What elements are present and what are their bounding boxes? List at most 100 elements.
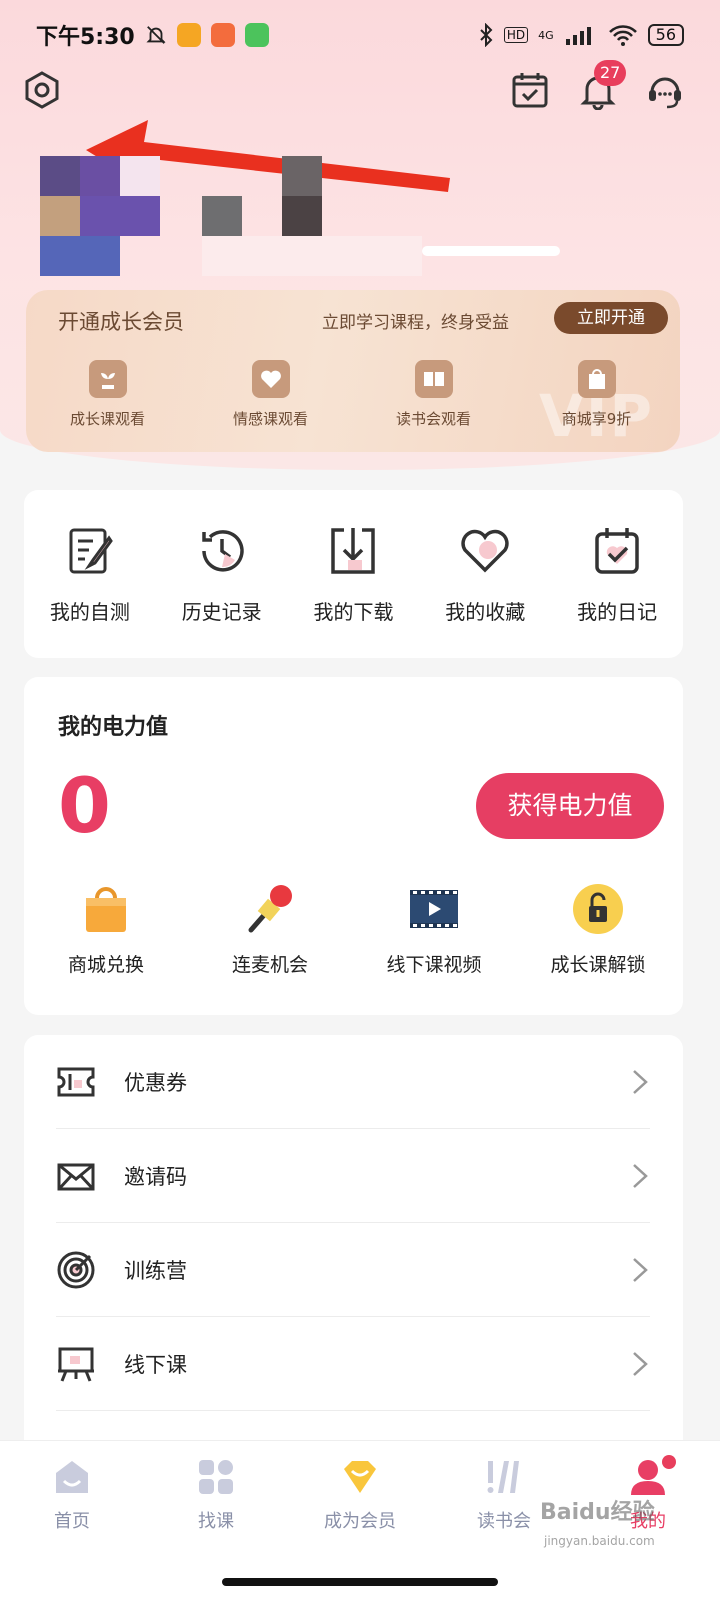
wifi-icon	[608, 25, 637, 46]
watermark-brand: Baidu经验	[540, 1500, 655, 1525]
tab-label: 成为会员	[324, 1511, 396, 1532]
power-item-unlock-course[interactable]: 成长课解锁	[516, 882, 680, 977]
quick-access-card: 我的自测 历史记录 我的下载 我的收藏 我的日记	[24, 490, 683, 658]
vip-open-button[interactable]: 立即开通	[554, 302, 668, 334]
home-icon	[56, 1461, 88, 1493]
power-item-label: 线下课视频	[386, 954, 482, 976]
quick-item-label: 我的日记	[577, 600, 658, 624]
header-toolbar: 27	[0, 60, 720, 192]
envelope-icon	[57, 1163, 95, 1190]
quick-item-download[interactable]: 我的下载	[288, 490, 420, 658]
unlock-icon	[573, 884, 623, 934]
quick-item-label: 我的收藏	[445, 600, 526, 624]
vip-badge-icon	[344, 1461, 376, 1493]
quick-item-label: 历史记录	[181, 600, 262, 624]
home-indicator[interactable]	[222, 1578, 498, 1586]
target-icon	[57, 1251, 95, 1288]
get-power-button[interactable]: 获得电力值	[476, 773, 664, 839]
favorite-icon	[461, 529, 509, 573]
profile-info-obscured[interactable]	[40, 152, 560, 280]
power-item-offline-video[interactable]: 线下课视频	[352, 882, 516, 977]
vip-benefit-growth-course[interactable]: 成长课观看	[26, 360, 189, 429]
chevron-right-icon	[633, 1069, 648, 1094]
quick-item-favorites[interactable]: 我的收藏	[419, 490, 551, 658]
sprout-icon	[88, 360, 127, 398]
name-pixel	[282, 156, 322, 196]
shopping-bag-icon	[86, 887, 126, 932]
easel-icon	[58, 1347, 94, 1382]
power-value-card: 我的电力值 0 获得电力值 商城兑换 连麦机会 线下课视频 成长课解锁	[24, 677, 683, 1015]
menu-item-offline-course[interactable]: 线下课	[56, 1317, 650, 1411]
vip-benefit-mall-discount[interactable]: 商城享9折	[515, 360, 678, 429]
shopping-bag-icon	[577, 360, 616, 398]
vip-benefits: 成长课观看 情感课观看 读书会观看 商城享9折	[26, 360, 680, 429]
tab-home[interactable]: 首页	[0, 1441, 144, 1600]
power-redeem-options: 商城兑换 连麦机会 线下课视频 成长课解锁	[24, 882, 683, 977]
heart-icon	[251, 360, 290, 398]
grid-icon	[199, 1460, 233, 1494]
name-pixel	[202, 196, 242, 236]
chevron-right-icon	[633, 1163, 648, 1188]
power-item-label: 成长课解锁	[550, 954, 646, 976]
hd-label: HD	[503, 27, 529, 43]
menu-item-coupon[interactable]: 优惠券	[56, 1035, 650, 1129]
app-notification-icon	[244, 23, 269, 47]
download-icon	[331, 528, 376, 574]
avatar-pixel	[120, 156, 160, 196]
power-item-mall-exchange[interactable]: 商城兑换	[24, 882, 188, 977]
vip-benefit-reading-club[interactable]: 读书会观看	[352, 360, 515, 429]
diary-icon	[595, 528, 639, 574]
network-label: 4G	[538, 28, 554, 42]
status-time: 下午5:30	[36, 25, 135, 50]
menu-item-label: 邀请码	[124, 1164, 187, 1189]
tab-notification-dot	[662, 1455, 676, 1469]
avatar-pixel	[80, 196, 160, 236]
test-icon	[69, 528, 113, 574]
vip-benefit-label: 情感课观看	[232, 410, 308, 428]
tab-find-course[interactable]: 找课	[144, 1441, 288, 1600]
coupon-icon	[57, 1067, 95, 1096]
book-icon	[414, 360, 453, 398]
id-pixel	[202, 236, 422, 276]
notification-badge: 27	[594, 60, 627, 86]
menu-item-training-camp[interactable]: 训练营	[56, 1223, 650, 1317]
menu-item-label: 训练营	[124, 1258, 187, 1283]
chevron-right-icon	[633, 1257, 648, 1282]
vip-benefit-label: 商城享9折	[561, 410, 632, 428]
tab-label: 找课	[198, 1511, 234, 1532]
settings-icon[interactable]	[22, 70, 62, 110]
video-icon	[410, 890, 458, 928]
power-value: 0	[58, 761, 111, 850]
power-item-label: 连麦机会	[231, 954, 308, 976]
quick-item-label: 我的下载	[313, 600, 394, 624]
app-notification-icon	[210, 23, 235, 47]
menu-list-card: 优惠券 邀请码 训练营 线下课	[24, 1035, 683, 1455]
customer-service-icon[interactable]	[645, 70, 685, 110]
tab-become-member[interactable]: 成为会员	[288, 1441, 432, 1600]
vip-benefit-emotion-course[interactable]: 情感课观看	[189, 360, 352, 429]
microphone-icon	[248, 885, 292, 933]
menu-item-invite-code[interactable]: 邀请码	[56, 1129, 650, 1223]
signal-icon	[565, 27, 591, 45]
quick-item-label: 我的自测	[49, 600, 130, 624]
watermark-url: jingyan.baidu.com	[544, 1534, 655, 1548]
quick-item-diary[interactable]: 我的日记	[551, 490, 683, 658]
reading-club-icon	[487, 1461, 519, 1493]
power-item-mic-chance[interactable]: 连麦机会	[188, 882, 352, 977]
quick-item-self-test[interactable]: 我的自测	[24, 490, 156, 658]
avatar-pixel	[80, 156, 120, 196]
history-icon	[201, 530, 244, 572]
tab-label: 首页	[54, 1511, 90, 1532]
vip-benefit-label: 读书会观看	[395, 410, 471, 428]
app-notification-icon	[176, 23, 201, 47]
power-item-label: 商城兑换	[67, 954, 144, 976]
vip-membership-card[interactable]: VIP 开通成长会员 立即学习课程，终身受益 立即开通 成长课观看 情感课观看 …	[26, 290, 680, 452]
calendar-check-icon[interactable]	[510, 70, 550, 110]
menu-item-label: 线下课	[124, 1352, 187, 1377]
avatar-pixel	[40, 236, 120, 276]
name-pixel	[282, 196, 322, 236]
vip-subtitle: 立即学习课程，终身受益	[322, 313, 509, 333]
quick-item-history[interactable]: 历史记录	[156, 490, 288, 658]
avatar-pixel	[40, 156, 80, 196]
vip-title: 开通成长会员	[58, 310, 184, 334]
